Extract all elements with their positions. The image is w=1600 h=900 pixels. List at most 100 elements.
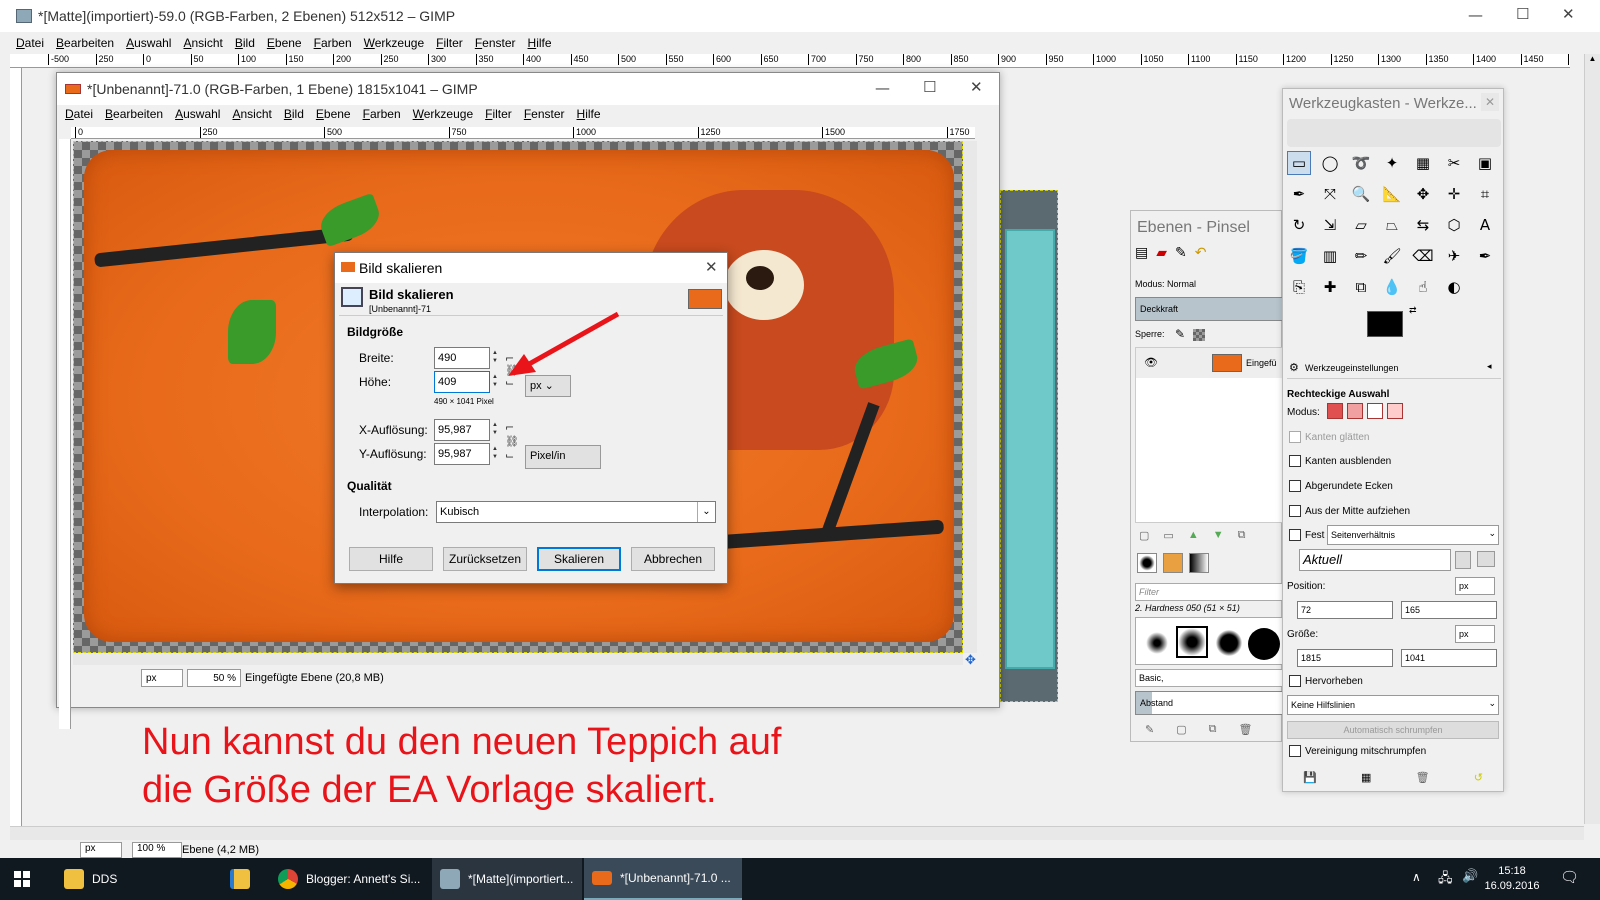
outer-scrollbar-horizontal[interactable] [10, 826, 1584, 840]
portrait-icon[interactable] [1455, 551, 1471, 569]
lock-pixels-icon[interactable]: ✎ [1175, 327, 1185, 341]
delete-brush-icon[interactable]: 🗑 [1238, 723, 1252, 736]
height-input[interactable]: 409 [434, 371, 490, 393]
taskbar-item-gimp-matte[interactable]: *[Matte](importiert... [432, 858, 582, 900]
new-layer-icon[interactable]: ▢ [1139, 529, 1149, 542]
inner-menu-item[interactable]: Ebene [316, 107, 351, 121]
inner-menu-item[interactable]: Ansicht [232, 107, 271, 121]
guides-select[interactable]: Keine Hilfslinien ⌄ [1287, 695, 1499, 715]
notifications-icon[interactable]: 🗨 [1560, 868, 1579, 886]
layer-row[interactable]: 👁 Eingefü [1136, 348, 1284, 378]
bucket-fill-icon[interactable]: 🪣 [1287, 244, 1311, 268]
reset-button[interactable]: Zurücksetzen [443, 547, 527, 571]
rect-select-icon[interactable]: ▭ [1287, 151, 1311, 175]
res-chain-icon[interactable]: ⌐ ⛓ ⌙ [505, 421, 519, 463]
antialias-checkbox[interactable] [1289, 431, 1301, 443]
undo-tab-icon[interactable]: ↶ [1195, 245, 1207, 269]
heal-icon[interactable]: ✚ [1318, 275, 1342, 299]
from-center-checkbox[interactable] [1289, 505, 1301, 517]
mode-intersect-icon[interactable] [1387, 403, 1403, 419]
outer-menu-item[interactable]: Farben [314, 36, 352, 50]
color-picker-icon[interactable]: ⤧ [1318, 182, 1342, 206]
taskbar-item-chrome[interactable]: Blogger: Annett's Si... [270, 858, 430, 900]
move-icon[interactable]: ✥ [1411, 182, 1435, 206]
mode-replace-icon[interactable] [1327, 403, 1343, 419]
size-h-input[interactable]: 1041 [1401, 649, 1497, 667]
close-icon[interactable]: ✕ [1562, 5, 1575, 23]
inner-close-icon[interactable]: ✕ [970, 78, 983, 96]
shrink-merged-checkbox[interactable] [1289, 745, 1301, 757]
inner-menu-item[interactable]: Datei [65, 107, 93, 121]
xres-input[interactable]: 95,987 [434, 419, 490, 441]
scale-icon[interactable]: ⇲ [1318, 213, 1342, 237]
tray-chevron-icon[interactable]: ∧ [1412, 870, 1421, 884]
volume-icon[interactable]: 🔊 [1462, 869, 1478, 884]
fixed-checkbox[interactable] [1289, 529, 1301, 541]
inner-maximize-icon[interactable]: ☐ [923, 78, 936, 96]
brush-item[interactable] [1146, 632, 1168, 654]
pattern-tab-icon[interactable] [1163, 553, 1183, 573]
current-input[interactable]: Aktuell [1299, 549, 1451, 571]
res-unit-select[interactable]: Pixel/in [525, 445, 601, 469]
mode-add-icon[interactable] [1347, 403, 1363, 419]
brush-tabs[interactable] [1137, 553, 1277, 577]
align-icon[interactable]: ✛ [1442, 182, 1466, 206]
outer-menu-item[interactable]: Hilfe [528, 36, 552, 50]
inner-minimize-icon[interactable]: — [875, 79, 890, 97]
interp-select[interactable]: Kubisch ⌄ [436, 501, 716, 523]
autoshrink-button[interactable]: Automatisch schrumpfen [1287, 721, 1499, 739]
position-unit-select[interactable]: px [1455, 577, 1495, 595]
crop-icon[interactable]: ⌗ [1473, 182, 1497, 206]
eye-icon[interactable]: 👁 [1144, 356, 1158, 369]
color-select-icon[interactable]: ▦ [1411, 151, 1435, 175]
paths-tab-icon[interactable]: ✎ [1175, 245, 1187, 269]
lower-layer-icon[interactable]: ▼ [1213, 529, 1224, 542]
inner-zoom-select[interactable]: 50 % [187, 669, 241, 687]
inner-titlebar[interactable]: *[Unbenannt]-71.0 (RGB-Farben, 1 Ebene) … [57, 73, 999, 105]
ellipse-select-icon[interactable]: ◯ [1318, 151, 1342, 175]
lock-alpha-icon[interactable] [1193, 329, 1205, 341]
eraser-icon[interactable]: ⌫ [1411, 244, 1435, 268]
brush-grid[interactable] [1135, 617, 1283, 665]
taskbar-item-gimp-unbenannt[interactable]: *[Unbenannt]-71.0 ... [584, 858, 742, 900]
outer-menu-item[interactable]: Werkzeuge [364, 36, 424, 50]
outer-menu-item[interactable]: Fenster [475, 36, 516, 50]
dialog-close-icon[interactable]: ✕ [705, 258, 718, 276]
maximize-icon[interactable]: ☐ [1516, 5, 1529, 23]
yres-input[interactable]: 95,987 [434, 443, 490, 465]
delete-options-icon[interactable]: 🗑 [1416, 771, 1430, 784]
inner-menu-item[interactable]: Auswahl [175, 107, 220, 121]
brush-tab-icon[interactable] [1137, 553, 1157, 573]
duplicate-brush-icon[interactable]: ⧉ [1209, 723, 1217, 736]
paths-icon[interactable]: ✒ [1287, 182, 1311, 206]
dodge-burn-icon[interactable]: ◐ [1442, 275, 1466, 299]
outer-menu-item[interactable]: Ansicht [183, 36, 222, 50]
outer-menu-item[interactable]: Auswahl [126, 36, 171, 50]
cancel-button[interactable]: Abbrechen [631, 547, 715, 571]
outer-unit-select[interactable]: px [80, 842, 122, 858]
reset-options-icon[interactable]: ↺ [1474, 771, 1483, 784]
channels-tab-icon[interactable]: ▰ [1156, 245, 1167, 269]
text-icon[interactable]: A [1473, 213, 1497, 237]
restore-options-icon[interactable]: ▦ [1361, 771, 1371, 784]
blend-icon[interactable]: ▥ [1318, 244, 1342, 268]
inner-menu-item[interactable]: Bearbeiten [105, 107, 163, 121]
clone-icon[interactable]: ⎘ [1287, 275, 1311, 299]
layers-tab-icons[interactable]: ▤ ▰ ✎ ↶ [1135, 245, 1285, 269]
size-unit-select[interactable]: px [1455, 625, 1495, 643]
toolbox-close-icon[interactable]: ✕ [1481, 93, 1499, 111]
brush-filter-input[interactable]: Filter [1135, 583, 1283, 601]
brush-tag-input[interactable]: Basic, [1135, 669, 1283, 687]
inner-menu-item[interactable]: Bild [284, 107, 304, 121]
zoom-icon[interactable]: 🔍 [1349, 182, 1373, 206]
inner-menu-item[interactable]: Farben [363, 107, 401, 121]
windows-start-icon[interactable] [14, 871, 30, 887]
inner-menu-item[interactable]: Werkzeuge [413, 107, 473, 121]
brush-spacing-slider[interactable]: Abstand [1135, 691, 1283, 715]
inner-menu-item[interactable]: Hilfe [577, 107, 601, 121]
brush-item[interactable] [1216, 630, 1242, 656]
cage-icon[interactable]: ⬡ [1442, 213, 1466, 237]
highlight-checkbox[interactable] [1289, 675, 1301, 687]
paintbrush-icon[interactable]: 🖌 [1380, 244, 1404, 268]
duplicate-layer-icon[interactable]: ⧉ [1238, 529, 1246, 542]
